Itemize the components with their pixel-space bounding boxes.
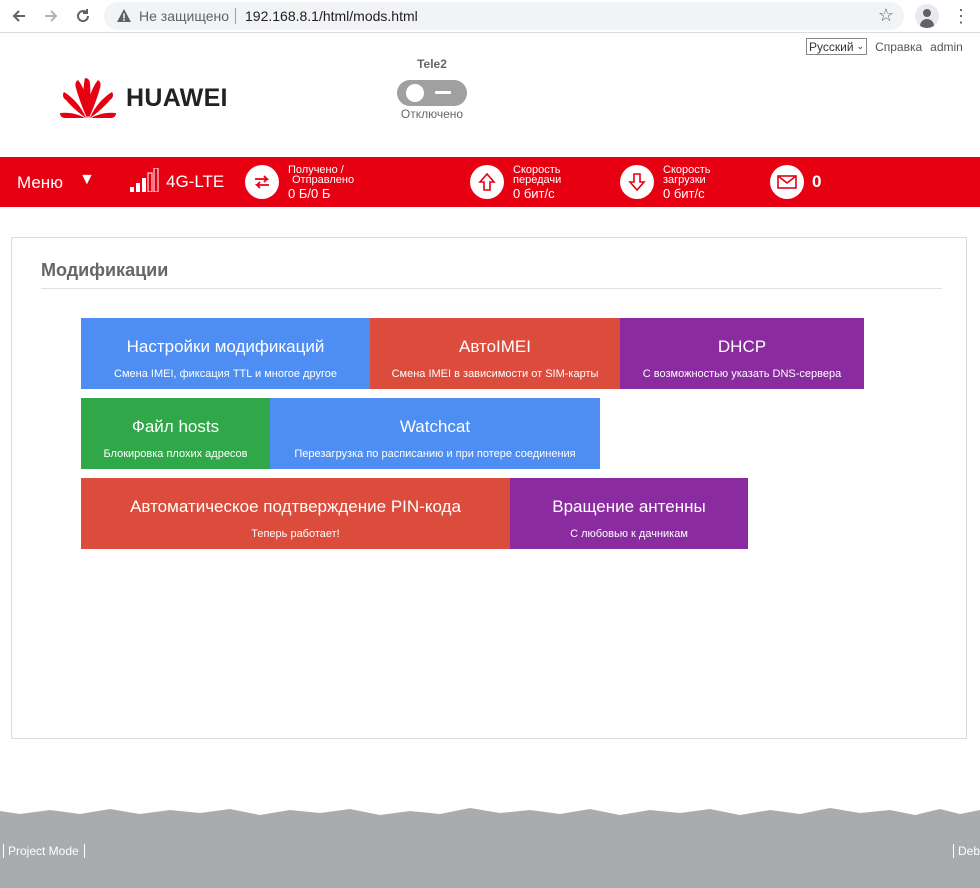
upload-label-2: передачи [513,174,562,186]
signal-strength-icon [130,168,159,192]
tile-title: Файл hosts [131,417,220,436]
tile-title: Watchcat [399,417,471,436]
huawei-logo[interactable]: HUAWEI [60,74,240,120]
chevron-down-icon: ⌄ [856,41,865,51]
language-select[interactable]: Русский ⌄ [806,38,868,55]
toggle-knob [406,84,424,102]
status-bar: Меню ▼ 4G-LTE Получено / Отправлено 0 Б/… [0,157,980,207]
tile-pin-autoconfirm[interactable]: Автоматическое подтверждение PIN-кода Те… [81,478,510,549]
forward-icon[interactable] [38,4,64,28]
traffic-icon [245,165,279,199]
tile-title: DHCP [717,337,767,356]
project-mode-link[interactable]: Project Mode [8,844,79,858]
tile-subtitle: Перезагрузка по расписанию и при потере … [294,448,576,460]
tile-title: Автоматическое подтверждение PIN-кода [130,497,461,516]
footer-divider [953,844,954,858]
tile-auto-imei[interactable]: АвтоIMEI Смена IMEI в зависимости от SIM… [370,318,620,389]
tile-dhcp[interactable]: DHCP С возможностью указать DNS-сервера [620,318,864,389]
tile-title: АвтоIMEI [459,337,531,356]
tile-subtitle: С любовью к дачникам [570,528,688,540]
tile-watchcat[interactable]: Watchcat Перезагрузка по расписанию и пр… [270,398,600,469]
mods-panel: Модификации Настройки модификаций Смена … [11,237,967,739]
url-text[interactable]: 192.168.8.1/html/mods.html [245,8,418,24]
user-link[interactable]: admin [930,40,963,54]
tile-subtitle: Блокировка плохих адресов [103,448,248,460]
tile-subtitle: Теперь работает! [251,528,340,540]
profile-avatar-icon[interactable] [915,4,939,28]
reload-icon[interactable] [70,4,96,28]
tile-subtitle: Смена IMEI, фиксация TTL и многое другое [114,368,337,380]
huawei-flower-icon [60,78,116,118]
messages-icon[interactable] [770,165,804,199]
connection-toggle[interactable] [397,80,467,106]
tile-subtitle: С возможностью указать DNS-сервера [642,368,842,380]
address-bar[interactable]: Не защищено 192.168.8.1/html/mods.html ☆ [104,2,904,30]
traffic-label-2: Отправлено [292,174,355,186]
traffic-value: 0 Б/0 Б [288,186,331,201]
tile-title: Вращение антенны [552,497,706,516]
download-label-2: загрузки [663,174,706,186]
debug-link[interactable]: Deb [958,844,980,858]
browser-toolbar: Не защищено 192.168.8.1/html/mods.html ☆… [0,0,980,33]
footer-divider [84,844,85,858]
operator-name: Tele2 [417,57,447,71]
footer: Project Mode Deb [0,800,980,888]
upload-value: 0 бит/с [513,186,555,201]
bookmark-star-icon[interactable]: ☆ [878,5,894,26]
download-value: 0 бит/с [663,186,705,201]
browser-menu-icon[interactable]: ⋮ [952,4,970,28]
warning-icon[interactable] [116,8,132,24]
network-type: 4G-LTE [166,172,225,191]
menu-arrow-icon[interactable]: ▼ [79,171,95,189]
toggle-off-icon [435,91,451,94]
page-title: Модификации [41,260,169,280]
upload-speed-icon [470,165,504,199]
tile-subtitle: Смена IMEI в зависимости от SIM-карты [391,368,599,380]
not-secure-label[interactable]: Не защищено [139,8,229,24]
tile-mod-settings[interactable]: Настройки модификаций Смена IMEI, фиксац… [81,318,370,389]
connection-status: Отключено [400,107,464,121]
top-links: Русский ⌄ Справка admin [806,38,963,55]
torn-edge-decoration [0,800,980,815]
back-icon[interactable] [6,4,32,28]
tile-title: Настройки модификаций [126,337,325,356]
language-value: Русский [809,39,854,54]
footer-divider [3,844,4,858]
brand-name: HUAWEI [126,84,228,112]
download-speed-icon [620,165,654,199]
tile-hosts-file[interactable]: Файл hosts Блокировка плохих адресов [81,398,270,469]
title-divider [41,288,942,289]
tile-antenna-rotation[interactable]: Вращение антенны С любовью к дачникам [510,478,748,549]
menu-button[interactable]: Меню [17,173,63,193]
omnibox-divider [235,8,236,24]
messages-count[interactable]: 0 [812,172,821,192]
help-link[interactable]: Справка [875,40,922,54]
